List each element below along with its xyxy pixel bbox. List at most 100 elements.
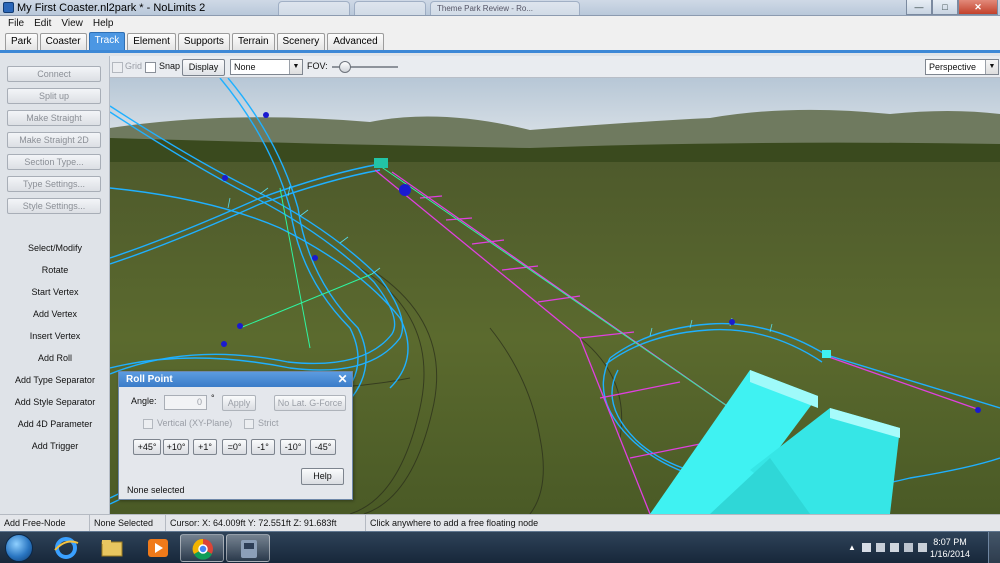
flag-icon[interactable] xyxy=(862,543,871,552)
roll-minus-10-button[interactable]: -10° xyxy=(280,439,306,455)
tab-supports[interactable]: Supports xyxy=(177,33,230,50)
file-explorer-icon[interactable] xyxy=(90,534,134,562)
display-button[interactable]: Display xyxy=(182,59,225,76)
menu-file[interactable]: File xyxy=(3,16,29,31)
background-window-tab[interactable] xyxy=(354,1,426,15)
display-select-value: None xyxy=(234,62,256,72)
nolimits-app-icon[interactable] xyxy=(226,534,270,562)
make-straight-button[interactable]: Make Straight xyxy=(7,110,101,126)
display-select[interactable]: None ▼ xyxy=(230,59,303,75)
roll-point-dialog: Roll Point ✕ Angle: 0 ° Apply No Lat. G-… xyxy=(118,371,353,500)
background-window-tab[interactable]: Theme Park Review - Ro... xyxy=(430,1,580,15)
vertex-node[interactable] xyxy=(221,341,227,347)
fov-label: FOV: xyxy=(307,61,328,71)
tab-scenery[interactable]: Scenery xyxy=(276,33,326,50)
tab-park[interactable]: Park xyxy=(5,33,38,50)
roll-minus-1-button[interactable]: -1° xyxy=(251,439,275,455)
view-mode-select[interactable]: Perspective ▼ xyxy=(925,59,999,75)
tab-coaster[interactable]: Coaster xyxy=(39,33,87,50)
vertex-node[interactable] xyxy=(312,255,318,261)
vertex-node[interactable] xyxy=(263,112,269,118)
strict-checkbox[interactable] xyxy=(244,419,254,429)
viewport-toolbar: Grid Snap Display None ▼ FOV: Perspectiv… xyxy=(110,56,1000,78)
menu-view[interactable]: View xyxy=(56,16,88,31)
split-up-button[interactable]: Split up xyxy=(7,88,101,104)
vertex-node[interactable] xyxy=(237,323,243,329)
tab-track[interactable]: Track xyxy=(88,32,126,50)
add-roll-action[interactable]: Add Roll xyxy=(0,353,110,363)
add-style-separator-action[interactable]: Add Style Separator xyxy=(0,397,110,407)
roll-reset-button[interactable]: =0° xyxy=(222,439,247,455)
tab-terrain[interactable]: Terrain xyxy=(231,33,275,50)
show-hidden-icons-icon[interactable]: ▲ xyxy=(848,543,857,552)
make-straight-2d-button[interactable]: Make Straight 2D xyxy=(7,132,101,148)
apply-button[interactable]: Apply xyxy=(222,395,256,411)
close-icon[interactable]: ✕ xyxy=(336,373,349,386)
window-title: My First Coaster.nl2park * - NoLimits 2 xyxy=(17,2,206,14)
show-desktop-button[interactable] xyxy=(988,532,1000,563)
menu-help[interactable]: Help xyxy=(88,16,119,31)
vertex-marker[interactable] xyxy=(374,158,388,168)
grid-checkbox[interactable] xyxy=(112,62,123,73)
media-player-icon[interactable] xyxy=(136,534,180,562)
add-vertex-action[interactable]: Add Vertex xyxy=(0,309,110,319)
app-icon xyxy=(3,2,14,13)
clock[interactable]: 8:07 PM 1/16/2014 xyxy=(925,536,975,560)
start-button-icon[interactable] xyxy=(5,534,33,562)
add-type-separator-action[interactable]: Add Type Separator xyxy=(0,375,110,385)
angle-input[interactable]: 0 xyxy=(164,395,207,410)
tab-advanced[interactable]: Advanced xyxy=(327,33,384,50)
roll-plus-45-button[interactable]: +45° xyxy=(133,439,161,455)
menu-bar: File Edit View Help xyxy=(0,16,1000,31)
connect-button[interactable]: Connect xyxy=(7,66,101,82)
vertex-marker[interactable] xyxy=(822,350,831,358)
internet-explorer-icon[interactable] xyxy=(44,534,88,562)
no-lateral-g-force-button[interactable]: No Lat. G-Force xyxy=(274,395,346,411)
start-vertex-action[interactable]: Start Vertex xyxy=(0,287,110,297)
battery-icon[interactable] xyxy=(890,543,899,552)
vertical-xy-plane-checkbox[interactable] xyxy=(143,419,153,429)
snap-checkbox[interactable] xyxy=(145,62,156,73)
degree-symbol: ° xyxy=(211,393,215,403)
status-hint: Click anywhere to add a free floating no… xyxy=(370,518,539,528)
strict-label: Strict xyxy=(258,418,279,428)
status-bar: Add Free-Node None Selected Cursor: X: 6… xyxy=(0,514,1000,531)
clock-time: 8:07 PM xyxy=(933,537,967,547)
background-window-tab[interactable] xyxy=(278,1,350,15)
minimize-icon[interactable]: — xyxy=(906,0,932,15)
title-bar: My First Coaster.nl2park * - NoLimits 2 … xyxy=(0,0,1000,16)
select-modify-action[interactable]: Select/Modify xyxy=(0,243,110,253)
type-settings-button[interactable]: Type Settings... xyxy=(7,176,101,192)
status-mode: Add Free-Node xyxy=(0,515,90,531)
roll-plus-1-button[interactable]: +1° xyxy=(193,439,217,455)
rotate-action[interactable]: Rotate xyxy=(0,265,110,275)
vertex-node[interactable] xyxy=(399,184,411,196)
add-trigger-action[interactable]: Add Trigger xyxy=(0,441,110,451)
status-selection: None Selected xyxy=(90,515,166,531)
network-icon[interactable] xyxy=(904,543,913,552)
maximize-icon[interactable]: □ xyxy=(932,0,958,15)
vertex-node[interactable] xyxy=(222,175,228,181)
window-controls: — □ ✕ xyxy=(906,0,998,16)
add-4d-parameter-action[interactable]: Add 4D Parameter xyxy=(0,419,110,429)
device-icon[interactable] xyxy=(876,543,885,552)
roll-plus-10-button[interactable]: +10° xyxy=(163,439,189,455)
vertical-xy-plane-label: Vertical (XY-Plane) xyxy=(157,418,233,428)
help-button[interactable]: Help xyxy=(301,468,344,485)
track-tools-panel: Connect Split up Make Straight Make Stra… xyxy=(0,56,110,514)
chrome-icon[interactable] xyxy=(180,534,224,562)
section-type-button[interactable]: Section Type... xyxy=(7,154,101,170)
fov-slider-thumb[interactable] xyxy=(339,61,351,73)
tab-element[interactable]: Element xyxy=(127,33,176,50)
vertex-node[interactable] xyxy=(975,407,981,413)
grid-label: Grid xyxy=(125,61,143,71)
chevron-down-icon: ▼ xyxy=(985,60,998,74)
roll-minus-45-button[interactable]: -45° xyxy=(310,439,336,455)
insert-vertex-action[interactable]: Insert Vertex xyxy=(0,331,110,341)
status-cursor-coordinates: Cursor: X: 64.009ft Y: 72.551ft Z: 91.68… xyxy=(166,515,366,531)
angle-label: Angle: xyxy=(131,396,157,406)
close-icon[interactable]: ✕ xyxy=(958,0,998,15)
vertex-node[interactable] xyxy=(729,319,735,325)
style-settings-button[interactable]: Style Settings... xyxy=(7,198,101,214)
menu-edit[interactable]: Edit xyxy=(29,16,56,31)
